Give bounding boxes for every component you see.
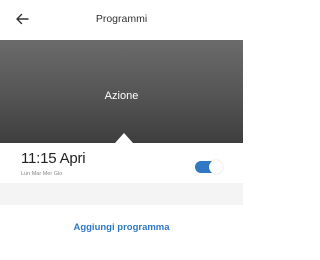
program-days-label: Lun Mar Mer Gio	[21, 171, 63, 177]
empty-row	[0, 183, 243, 205]
top-bar: Programmi	[0, 0, 243, 40]
program-item[interactable]: 11:15 Apri Lun Mar Mer Gio	[0, 143, 243, 183]
program-time-label: 11:15 Apri	[21, 150, 86, 167]
action-label: Azione	[104, 90, 139, 102]
toggle-knob	[209, 160, 223, 174]
page-title: Programmi	[95, 13, 148, 25]
pointer-notch	[115, 133, 133, 143]
add-program-button[interactable]: Aggiungi programma	[0, 222, 243, 233]
program-enabled-toggle[interactable]	[195, 160, 223, 174]
action-banner: Azione	[0, 40, 243, 143]
